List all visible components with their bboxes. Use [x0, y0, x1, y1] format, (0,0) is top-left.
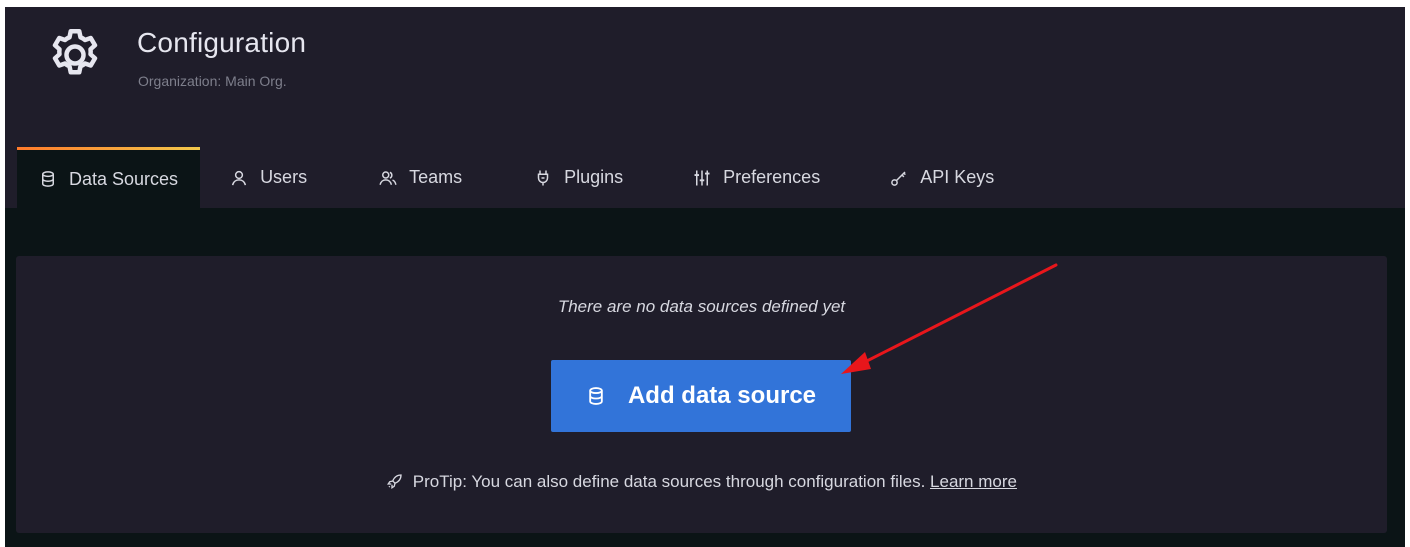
- tab-api-keys[interactable]: API Keys: [890, 147, 994, 208]
- key-icon: [891, 170, 907, 186]
- tab-users[interactable]: Users: [230, 147, 307, 208]
- add-data-source-button[interactable]: Add data source: [551, 360, 851, 432]
- tab-plugins[interactable]: Plugins: [534, 147, 623, 208]
- sliders-icon: [694, 170, 710, 185]
- protip-text: ProTip: You can also define data sources…: [412, 472, 931, 491]
- config-tabs: Data Sources Users Teams Plugins Prefere…: [17, 147, 994, 208]
- empty-state-message: There are no data sources defined yet: [557, 297, 846, 316]
- tab-label: Users: [260, 167, 308, 187]
- page-title: Configuration: [137, 27, 307, 58]
- plug-icon: [537, 170, 549, 185]
- database-icon: [42, 171, 54, 187]
- database-icon: [589, 387, 603, 405]
- add-data-source-label: Add data source: [627, 382, 817, 409]
- learn-more-link[interactable]: Learn more: [930, 472, 1017, 491]
- empty-state-panel: There are no data sources defined yet Ad…: [16, 256, 1387, 533]
- user-icon: [231, 170, 247, 185]
- tab-label: API Keys: [920, 167, 995, 187]
- tab-label: Preferences: [723, 167, 821, 187]
- tab-teams[interactable]: Teams: [379, 147, 462, 208]
- tab-label: Teams: [409, 167, 463, 187]
- users-icon: [379, 170, 397, 185]
- tab-preferences[interactable]: Preferences: [693, 147, 820, 208]
- rocket-icon: [387, 474, 402, 490]
- tab-label: Plugins: [564, 167, 624, 187]
- tab-label: Data Sources: [69, 168, 179, 189]
- protip: ProTip: You can also define data sources…: [16, 472, 1387, 492]
- tab-data-sources[interactable]: Data Sources: [17, 147, 201, 208]
- app-frame: Configuration Organization: Main Org. Da…: [5, 7, 1405, 547]
- organization-subtitle: Organization: Main Org.: [138, 73, 287, 89]
- gear-icon: [52, 29, 98, 75]
- page-header: Configuration Organization: Main Org. Da…: [5, 7, 1405, 208]
